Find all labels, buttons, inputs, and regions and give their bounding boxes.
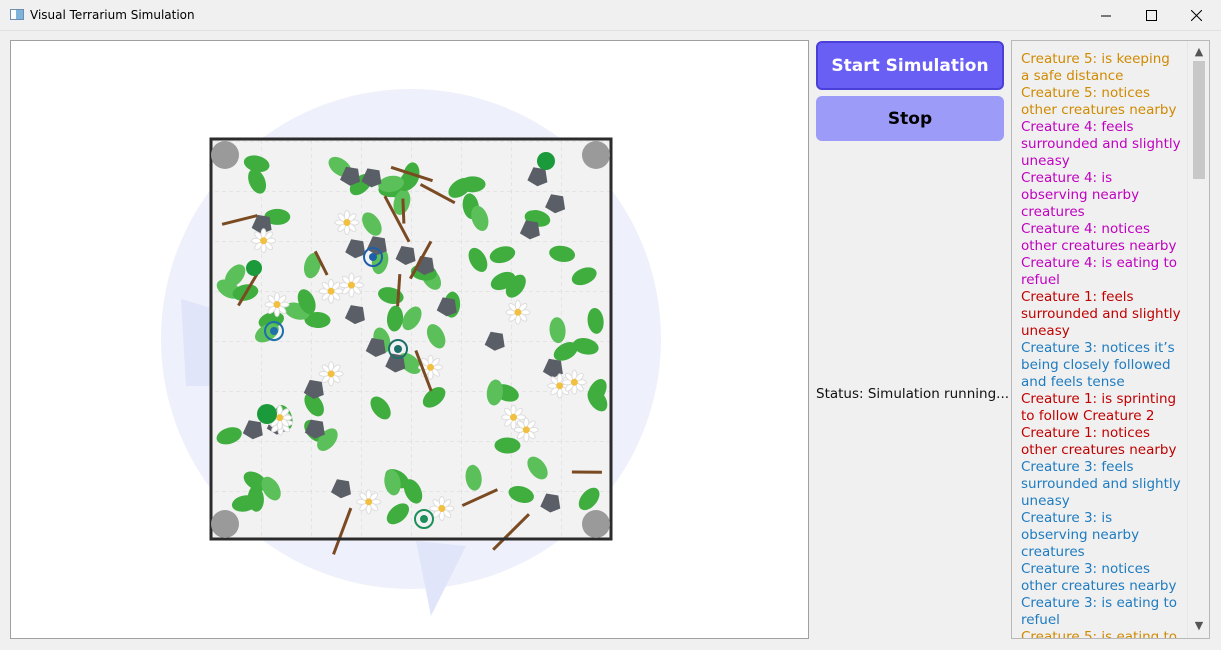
- log-entry: Creature 5: notices other creatures near…: [1021, 85, 1177, 118]
- flower: [513, 417, 539, 443]
- scroll-thumb[interactable]: [1193, 61, 1205, 179]
- log-entry: Creature 1: feels surrounded and slightl…: [1021, 289, 1181, 339]
- window-title: Visual Terrarium Simulation: [30, 8, 195, 22]
- food-pellet: [246, 260, 262, 276]
- flower: [356, 489, 382, 515]
- corner-post: [582, 141, 610, 169]
- scroll-up-icon[interactable]: ▲: [1193, 45, 1205, 58]
- maximize-button[interactable]: [1128, 0, 1174, 30]
- corner-post: [582, 510, 610, 538]
- log-entry: Creature 3: is observing nearby creature…: [1021, 510, 1140, 560]
- flower: [264, 292, 290, 318]
- log-entry: Creature 1: is sprinting to follow Creat…: [1021, 391, 1177, 424]
- flower: [561, 369, 587, 395]
- log-list: Creature 5: is keeping a safe distance Cr…: [1021, 51, 1181, 639]
- event-log[interactable]: Creature 5: is keeping a safe distance Cr…: [1011, 40, 1210, 639]
- minimize-button[interactable]: [1083, 0, 1129, 30]
- flower: [338, 272, 364, 298]
- twig: [401, 198, 406, 224]
- simulation-canvas[interactable]: [10, 40, 809, 639]
- log-entry: Creature 5: is eating to refuel: [1021, 629, 1178, 639]
- start-simulation-button[interactable]: Start Simulation: [816, 41, 1004, 90]
- log-entry: Creature 3: notices other creatures near…: [1021, 561, 1177, 594]
- close-button[interactable]: [1173, 0, 1219, 30]
- scroll-down-icon[interactable]: ▼: [1193, 619, 1205, 632]
- flower: [505, 299, 531, 325]
- terrarium-scene: [161, 89, 661, 616]
- log-entry: Creature 5: is keeping a safe distance: [1021, 51, 1170, 84]
- flower: [318, 361, 344, 387]
- maximize-icon: [1145, 9, 1157, 21]
- log-entry: Creature 4: notices other creatures near…: [1021, 221, 1177, 254]
- status-label: Status: Simulation running...: [816, 386, 1010, 402]
- flower: [334, 210, 360, 236]
- close-icon: [1190, 9, 1202, 21]
- title-bar: Visual Terrarium Simulation: [0, 0, 1221, 31]
- minimize-icon: [1100, 15, 1111, 16]
- food-pellet: [537, 152, 555, 170]
- log-entry: Creature 3: is eating to refuel: [1021, 595, 1178, 628]
- corner-post: [211, 141, 239, 169]
- log-entry: Creature 4: is observing nearby creature…: [1021, 170, 1140, 220]
- flower: [251, 228, 277, 254]
- stop-button[interactable]: Stop: [816, 96, 1004, 141]
- app-icon: [10, 9, 24, 20]
- flower: [318, 278, 344, 304]
- log-scrollbar[interactable]: ▲ ▼: [1187, 41, 1209, 638]
- corner-post: [211, 510, 239, 538]
- log-entry: Creature 3: feels surrounded and slightl…: [1021, 459, 1181, 509]
- log-entry: Creature 4: feels surrounded and slightl…: [1021, 119, 1181, 169]
- food-pellet: [257, 404, 277, 424]
- log-entry: Creature 1: notices other creatures near…: [1021, 425, 1177, 458]
- log-entry: Creature 4: is eating to refuel: [1021, 255, 1178, 288]
- log-entry: Creature 3: notices it’s being closely f…: [1021, 340, 1175, 390]
